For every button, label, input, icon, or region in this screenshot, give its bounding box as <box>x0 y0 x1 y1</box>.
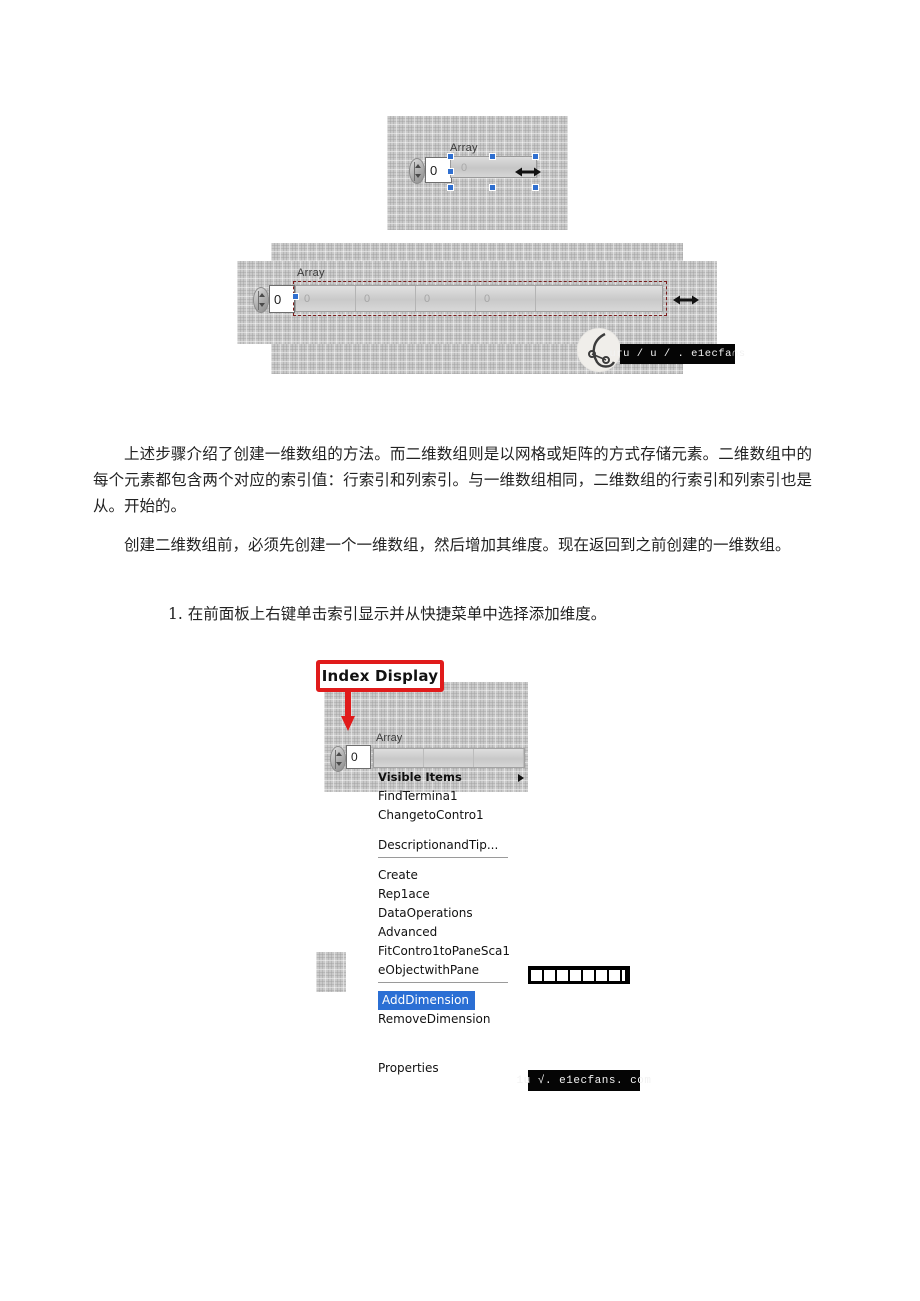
selection-handle[interactable] <box>292 293 299 300</box>
array-cell[interactable] <box>424 749 474 767</box>
index-display-box[interactable]: 0 <box>346 745 371 769</box>
panel-strip-top <box>271 243 683 261</box>
array-cell[interactable]: 0 <box>296 286 356 311</box>
filmstrip-cell <box>583 969 594 981</box>
menu-item-fit-control-to-pane-scale[interactable]: FitContro1toPaneSca1 <box>368 942 538 961</box>
menu-item-label: Visible Items <box>378 770 462 784</box>
menu-spacer <box>368 825 538 836</box>
menu-item-remove-dimension[interactable]: RemoveDimension <box>368 1010 538 1029</box>
stepper-up-icon[interactable] <box>336 752 342 756</box>
menu-item-properties[interactable]: Properties <box>368 1059 538 1078</box>
array-label: Array <box>376 732 403 744</box>
array-element-value: 0 <box>461 162 468 174</box>
figure-array-1d-selected: Array 0 0 <box>387 116 568 230</box>
stepper-up-icon[interactable] <box>259 293 265 297</box>
filmstrip-cell <box>570 969 581 981</box>
selection-handle[interactable] <box>532 184 539 191</box>
stepper-down-icon[interactable] <box>415 174 421 178</box>
menu-item-visible-items[interactable]: Visible Items <box>368 768 538 787</box>
array-cell[interactable]: 0 <box>476 286 536 311</box>
menu-item-replace[interactable]: Rep1ace <box>368 885 538 904</box>
filmstrip-cell <box>544 969 555 981</box>
callout-index-display: Index Display <box>316 660 444 692</box>
stepper-down-icon[interactable] <box>259 303 265 307</box>
filmstrip-watermark <box>528 966 630 984</box>
horizontal-resize-icon <box>515 166 541 178</box>
menu-item-data-operations[interactable]: DataOperations <box>368 904 538 923</box>
array-cell[interactable] <box>374 749 424 767</box>
stepper-down-icon[interactable] <box>336 762 342 766</box>
menu-spacer <box>368 1029 538 1059</box>
filmstrip-cell <box>622 969 625 981</box>
selection-handle[interactable] <box>447 184 454 191</box>
array-element-strip[interactable]: 0 0 0 0 <box>295 285 663 312</box>
chevron-right-icon <box>518 774 524 782</box>
index-stepper-knob[interactable] <box>409 158 425 184</box>
figure-context-menu-add-dimension: Index Display Array 0 Visible Items Find… <box>316 660 651 1091</box>
filmstrip-cell <box>609 969 620 981</box>
index-stepper-knob[interactable] <box>330 746 346 772</box>
watermark-badge: uru / u / . e1ecfa∩s <box>609 344 745 364</box>
selection-handle[interactable] <box>447 153 454 160</box>
document-page: Array 0 0 Array 0 0 0 0 0 uru / u / . e1… <box>0 0 920 1301</box>
red-arrow-icon <box>340 690 356 731</box>
menu-item-add-dimension[interactable]: AddDimension <box>378 991 476 1010</box>
selection-handle[interactable] <box>489 184 496 191</box>
array-cell[interactable] <box>474 749 524 767</box>
array-element-strip[interactable] <box>373 748 525 768</box>
selection-handle[interactable] <box>489 153 496 160</box>
menu-item-create[interactable]: Create <box>368 866 538 885</box>
selection-handle[interactable] <box>447 168 454 175</box>
panel-fragment <box>316 952 346 992</box>
watermark-badge: 1u √. e1ecfans. com <box>517 1070 651 1091</box>
selection-handle[interactable] <box>532 153 539 160</box>
stepper-up-icon[interactable] <box>415 164 421 168</box>
array-label: Array <box>450 142 478 154</box>
array-cell[interactable]: 0 <box>416 286 476 311</box>
menu-item-add-dimension-wrap: AddDimension <box>368 991 538 1010</box>
figure-array-1d-expanded: Array 0 0 0 0 0 uru / u / . e1ecfa∩s <box>237 243 745 376</box>
array-cell[interactable]: 0 <box>356 286 416 311</box>
filmstrip-cell <box>557 969 568 981</box>
array-label: Array <box>297 267 325 279</box>
array-cell[interactable] <box>536 286 656 311</box>
array-selection-outline[interactable]: 0 0 0 0 <box>292 281 667 316</box>
horizontal-resize-icon <box>673 294 699 306</box>
menu-item-find-terminal[interactable]: FindTermina1 <box>368 787 538 806</box>
menu-item-advanced[interactable]: Advanced <box>368 923 538 942</box>
paragraph-1: 上述步骤介绍了创建一维数组的方法。而二维数组则是以网格或矩阵的方式存储元素。二维… <box>93 445 812 515</box>
context-menu[interactable]: Visible Items FindTermina1 ChangetoContr… <box>368 768 538 1078</box>
paragraph-2: 创建二维数组前，必须先创建一个一维数组，然后增加其维度。现在返回到之前创建的一维… <box>124 536 791 554</box>
filmstrip-cell <box>596 969 607 981</box>
menu-item-scale-object-with-pane[interactable]: eObjectwithPane <box>368 961 538 983</box>
paragraph-3-step: 1. 在前面板上右键单击索引显示并从快捷菜单中选择添加维度。 <box>168 605 607 623</box>
index-stepper-knob[interactable] <box>253 287 269 313</box>
menu-item-change-to-control[interactable]: ChangetoContro1 <box>368 806 538 825</box>
menu-item-description-and-tip[interactable]: DescriptionandTip... <box>368 836 538 858</box>
